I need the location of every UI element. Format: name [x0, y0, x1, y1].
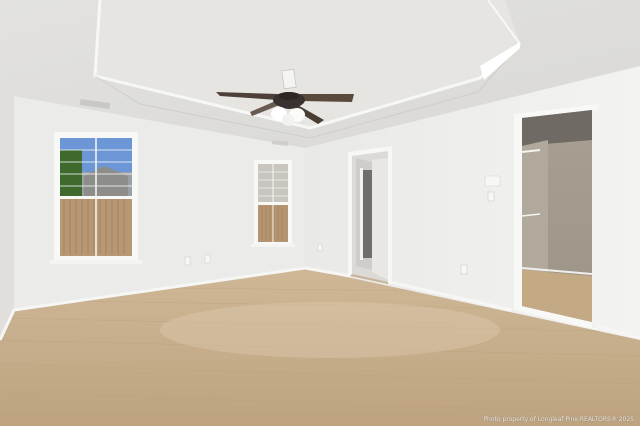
- hallway-doorway: [348, 146, 392, 284]
- left-wall: [0, 84, 14, 340]
- wall-outlet: [184, 256, 191, 266]
- interior-door: [362, 170, 372, 258]
- wall-outlet: [460, 264, 468, 275]
- thermostat: [484, 175, 501, 187]
- room-illustration: [0, 0, 640, 426]
- empty-room-photo: Photo property of Longleaf Pine REALTORS…: [0, 0, 640, 426]
- closet-doorway: [514, 104, 598, 330]
- middle-window: [251, 160, 295, 247]
- wall-outlet: [204, 254, 211, 264]
- left-window: [50, 132, 142, 264]
- photo-watermark: Photo property of Longleaf Pine REALTORS…: [483, 416, 634, 423]
- light-switch: [487, 191, 495, 202]
